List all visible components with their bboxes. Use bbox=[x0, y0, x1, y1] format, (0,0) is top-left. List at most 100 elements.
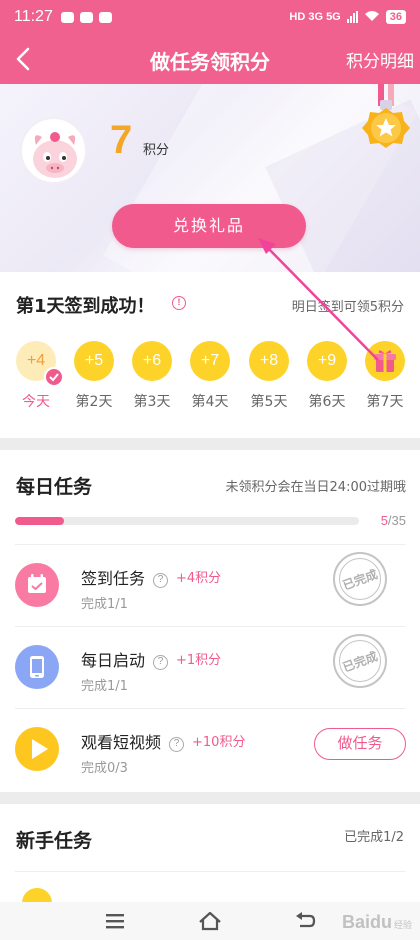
reward-value: +9 bbox=[317, 352, 337, 369]
help-icon[interactable]: ? bbox=[153, 655, 169, 670]
daily-progress-text: 5/35 bbox=[381, 513, 406, 528]
reward-value: +4 bbox=[26, 352, 46, 369]
system-nav-bar: Baidu 经验 bbox=[0, 902, 420, 940]
play-icon bbox=[15, 727, 59, 771]
nav-bar: 做任务领积分 积分明细 bbox=[0, 34, 420, 84]
stamp-text: 已完成 bbox=[340, 567, 380, 593]
watermark: Baidu 经验 bbox=[342, 912, 412, 933]
day-label: 第3天 bbox=[133, 394, 171, 410]
day-label: 第7天 bbox=[366, 394, 404, 410]
newbie-tasks-card: 新手任务 已完成1/2 bbox=[0, 804, 420, 918]
do-task-button[interactable]: 做任务 bbox=[314, 728, 406, 760]
daily-tasks-card: 每日任务 未领积分会在当日24:00过期哦 5/35 签到任务? +4积分 完成1… bbox=[0, 450, 420, 792]
row-divider bbox=[15, 544, 405, 545]
menu-button[interactable] bbox=[102, 908, 128, 934]
task-reward: +10积分 bbox=[192, 735, 246, 750]
day-label: 第5天 bbox=[250, 394, 288, 410]
menu-icon bbox=[106, 914, 124, 929]
points-detail-link[interactable]: 积分明细 bbox=[346, 47, 414, 72]
info-icon[interactable]: ! bbox=[172, 296, 186, 310]
home-icon bbox=[199, 911, 221, 931]
help-icon[interactable]: ? bbox=[153, 573, 169, 588]
signin-title: 第1天签到成功！ bbox=[16, 296, 155, 317]
daily-progress-fill bbox=[15, 517, 65, 525]
newbie-tasks-title: 新手任务 bbox=[16, 830, 93, 852]
day-label: 第4天 bbox=[191, 394, 229, 410]
notification-icon bbox=[79, 11, 93, 23]
reward-coin bbox=[365, 341, 405, 381]
network-label: HD 3G 5G bbox=[289, 11, 341, 23]
watermark-sub: 经验 bbox=[393, 920, 412, 930]
task-progress: 完成0/3 bbox=[81, 761, 128, 776]
wifi-icon bbox=[364, 10, 380, 25]
reward-value: +6 bbox=[142, 352, 162, 369]
status-time: 11:27 bbox=[14, 8, 53, 25]
row-divider bbox=[15, 626, 405, 627]
message-icon bbox=[60, 11, 74, 23]
help-icon[interactable]: ? bbox=[169, 737, 185, 752]
row-divider bbox=[15, 871, 405, 872]
check-icon bbox=[44, 367, 64, 387]
task-name: 签到任务 bbox=[81, 569, 146, 588]
avatar[interactable] bbox=[20, 117, 87, 184]
newbie-progress: 已完成1/2 bbox=[344, 830, 404, 845]
tomorrow-hint: 明日签到可领5积分 bbox=[291, 300, 404, 315]
reward-coin: +6 bbox=[132, 341, 172, 381]
day-item[interactable]: +4 今天 bbox=[11, 341, 64, 411]
battery-icon: 36 bbox=[385, 10, 406, 24]
reward-coin: +8 bbox=[249, 341, 289, 381]
points-hero: 7 积分 兑换礼品 bbox=[0, 84, 420, 272]
calendar-icon bbox=[15, 563, 59, 607]
signin-card: 第1天签到成功！ ! 明日签到可领5积分 +4 今天 +5 第2天 +6 第3天… bbox=[0, 272, 420, 438]
task-reward: +4积分 bbox=[176, 571, 222, 586]
cartoon-avatar-icon bbox=[33, 132, 77, 178]
task-title: 观看短视频? +10积分 bbox=[81, 729, 245, 753]
phone-icon bbox=[15, 645, 59, 689]
day-item[interactable]: +8 第5天 bbox=[244, 341, 294, 411]
daily-tasks-title: 每日任务 bbox=[16, 476, 93, 498]
points-unit: 积分 bbox=[143, 143, 170, 158]
row-divider bbox=[15, 708, 405, 709]
day-label: 第2天 bbox=[75, 394, 113, 410]
reward-coin: +5 bbox=[74, 341, 114, 381]
reward-value: +8 bbox=[259, 352, 279, 369]
app-notification-icon bbox=[98, 11, 112, 23]
signal-icon bbox=[346, 11, 358, 23]
task-row[interactable]: 每日启动? +1积分 完成1/1 已完成 bbox=[0, 626, 420, 708]
progress-current: 5 bbox=[380, 513, 388, 528]
return-icon bbox=[296, 912, 316, 928]
day-item[interactable]: +5 第2天 bbox=[69, 341, 119, 411]
status-bar: 11:27 HD 3G 5G 36 bbox=[0, 0, 420, 34]
task-reward: +1积分 bbox=[176, 653, 222, 668]
points-value: 7 bbox=[110, 118, 133, 162]
day-item[interactable]: +9 第6天 bbox=[302, 341, 352, 411]
expire-hint: 未领积分会在当日24:00过期哦 bbox=[225, 480, 406, 495]
redeem-gift-button[interactable]: 兑换礼品 bbox=[112, 204, 306, 248]
stamp-text: 已完成 bbox=[340, 649, 380, 675]
completed-stamp: 已完成 bbox=[333, 634, 387, 688]
reward-coin: +9 bbox=[307, 341, 347, 381]
reward-value: +5 bbox=[84, 352, 104, 369]
day-label: 第6天 bbox=[308, 394, 346, 410]
status-right: HD 3G 5G 36 bbox=[289, 10, 406, 25]
medal-icon bbox=[352, 84, 420, 174]
task-row[interactable]: 观看短视频? +10积分 完成0/3 做任务 bbox=[0, 708, 420, 790]
day-item[interactable]: +6 第3天 bbox=[127, 341, 177, 411]
day-item[interactable]: 第7天 bbox=[360, 341, 410, 411]
reward-coin: +4 bbox=[16, 341, 64, 387]
task-title: 每日启动? +1积分 bbox=[81, 647, 221, 671]
reward-value: +7 bbox=[200, 352, 220, 369]
reward-coin: +7 bbox=[190, 341, 230, 381]
task-title: 签到任务? +4积分 bbox=[81, 565, 221, 589]
task-name: 观看短视频 bbox=[81, 733, 162, 752]
progress-total: /35 bbox=[387, 513, 406, 528]
task-row[interactable]: 签到任务? +4积分 完成1/1 已完成 bbox=[0, 544, 420, 626]
home-button[interactable] bbox=[197, 908, 223, 934]
task-progress: 完成1/1 bbox=[81, 597, 128, 612]
day-item[interactable]: +7 第4天 bbox=[185, 341, 235, 411]
watermark-text: Baidu bbox=[341, 912, 392, 932]
task-progress: 完成1/1 bbox=[81, 679, 128, 694]
day-label: 今天 bbox=[22, 394, 50, 410]
system-back-button[interactable] bbox=[292, 908, 318, 934]
completed-stamp: 已完成 bbox=[333, 552, 387, 606]
